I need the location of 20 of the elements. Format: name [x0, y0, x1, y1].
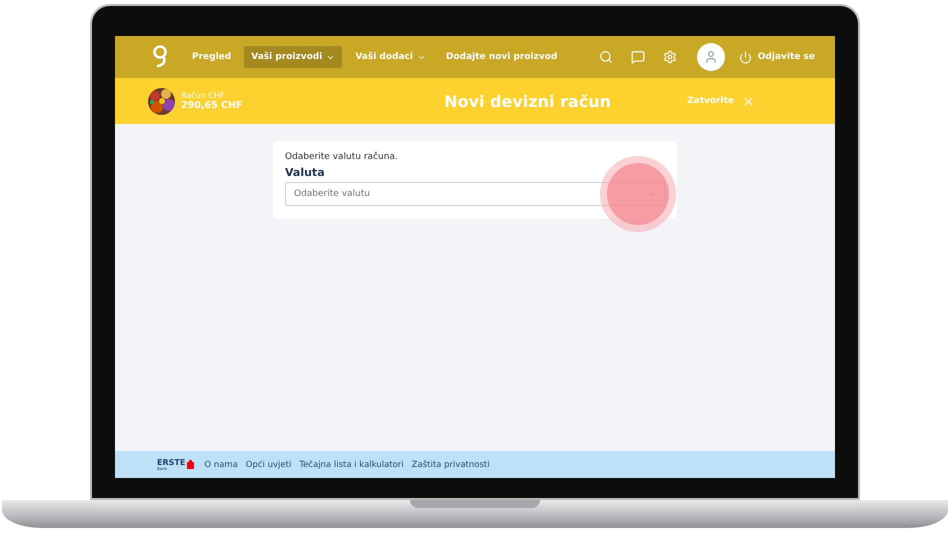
footer-link[interactable]: Zaštita privatnosti: [412, 460, 490, 470]
logo-icon: [151, 44, 169, 70]
footer-link[interactable]: Tečajna lista i kalkulatori: [299, 460, 404, 470]
brand-logo: ERSTE: [157, 458, 186, 466]
nav-item[interactable]: Pregled: [185, 46, 238, 68]
power-icon: [738, 50, 752, 64]
nav-item[interactable]: Dodajte novi proizvod: [439, 46, 564, 68]
field-label: Valuta: [285, 166, 326, 179]
account-name: Račun CHF: [181, 91, 226, 100]
nav-item[interactable]: Vaši proizvodi: [244, 46, 342, 68]
logout-button[interactable]: Odjavite se: [738, 50, 815, 64]
user-avatar[interactable]: [696, 43, 725, 71]
form-hint: Odaberite valutu računa.: [285, 152, 399, 162]
footer-link[interactable]: O nama: [204, 460, 238, 470]
nav-item[interactable]: Vaši dodaci: [348, 46, 433, 68]
close-icon: [742, 94, 755, 108]
page-title: Novi devizni račun: [443, 92, 612, 110]
brand-mark-icon: [187, 460, 194, 469]
footer-link[interactable]: Opći uvjeti: [246, 460, 292, 470]
account-balance: 290,65 CHF: [181, 100, 242, 111]
